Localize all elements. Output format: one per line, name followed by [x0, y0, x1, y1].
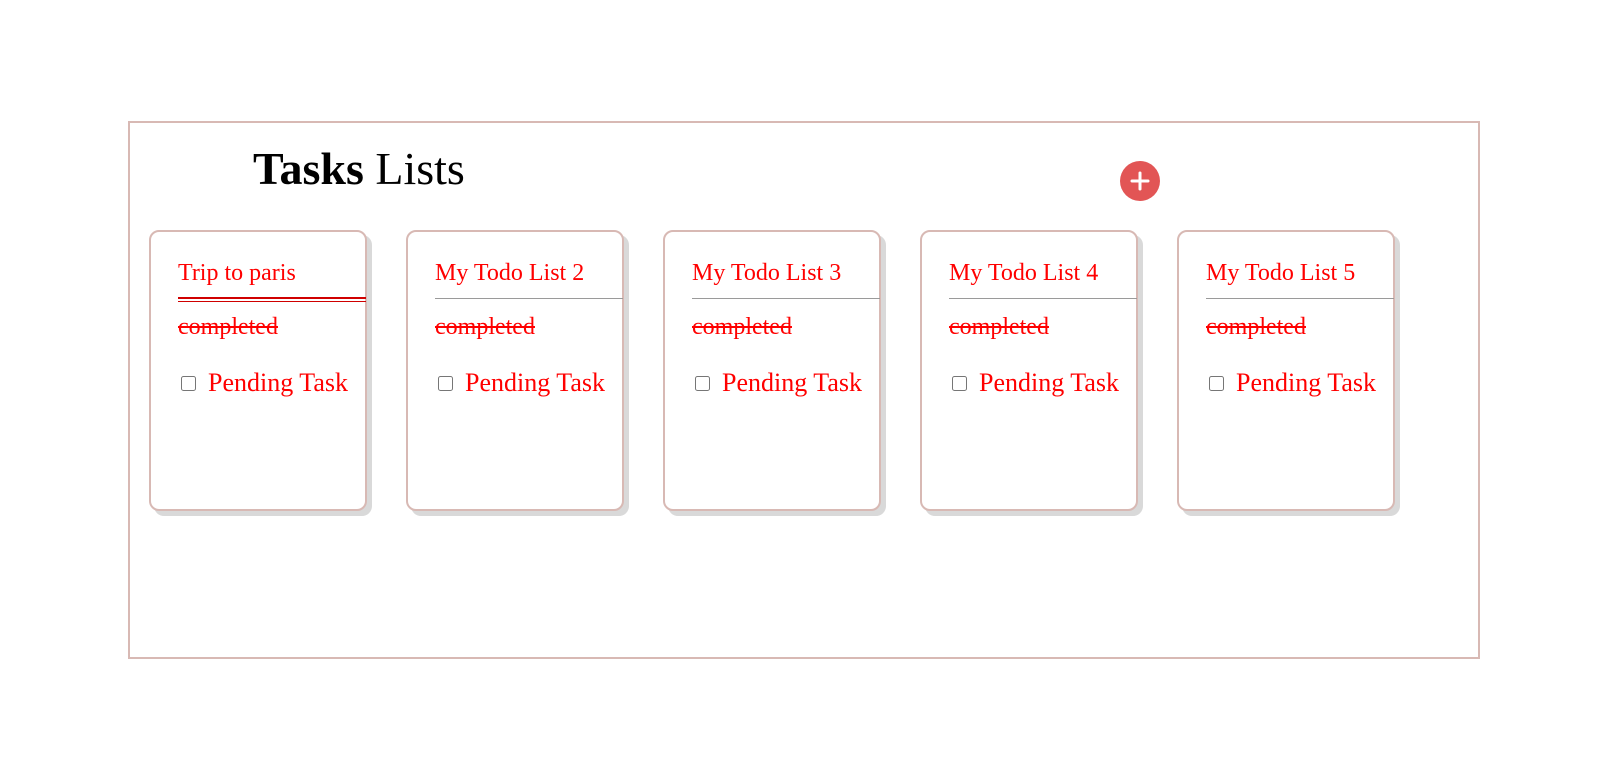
todo-list-card: Trip to paris completed Pending Task	[149, 230, 367, 511]
task-checkbox[interactable]	[952, 375, 967, 391]
title-divider	[692, 298, 880, 299]
list-title[interactable]: My Todo List 2	[435, 258, 584, 288]
page-title-bold: Tasks	[253, 143, 364, 194]
list-title[interactable]: Trip to paris	[178, 258, 296, 288]
title-divider	[178, 297, 366, 302]
list-title[interactable]: My Todo List 5	[1206, 258, 1355, 288]
task-item: Pending Task	[438, 368, 605, 398]
task-checkbox[interactable]	[1209, 375, 1224, 391]
page-title-rest: Lists	[363, 143, 465, 194]
title-divider	[435, 298, 623, 299]
plus-icon	[1130, 171, 1150, 191]
todo-list-card: My Todo List 4 completed Pending Task	[920, 230, 1138, 511]
task-label: Pending Task	[208, 368, 348, 397]
list-title[interactable]: My Todo List 4	[949, 258, 1098, 288]
completed-label: completed	[178, 314, 278, 340]
list-title[interactable]: My Todo List 3	[692, 258, 841, 288]
page-title: Tasks Lists	[253, 142, 465, 196]
add-list-button[interactable]	[1120, 161, 1160, 201]
todo-list-card: My Todo List 3 completed Pending Task	[663, 230, 881, 511]
task-label: Pending Task	[1236, 368, 1376, 397]
title-divider	[1206, 298, 1394, 299]
task-checkbox[interactable]	[438, 375, 453, 391]
task-item: Pending Task	[695, 368, 862, 398]
completed-label: completed	[692, 314, 792, 340]
task-checkbox[interactable]	[695, 375, 710, 391]
todo-list-card: My Todo List 2 completed Pending Task	[406, 230, 624, 511]
completed-label: completed	[1206, 314, 1306, 340]
completed-label: completed	[435, 314, 535, 340]
task-label: Pending Task	[722, 368, 862, 397]
task-checkbox[interactable]	[181, 375, 196, 391]
task-item: Pending Task	[181, 368, 348, 398]
completed-label: completed	[949, 314, 1049, 340]
todo-list-card: My Todo List 5 completed Pending Task	[1177, 230, 1395, 511]
task-item: Pending Task	[952, 368, 1119, 398]
task-label: Pending Task	[979, 368, 1119, 397]
title-divider	[949, 298, 1137, 299]
task-item: Pending Task	[1209, 368, 1376, 398]
task-label: Pending Task	[465, 368, 605, 397]
